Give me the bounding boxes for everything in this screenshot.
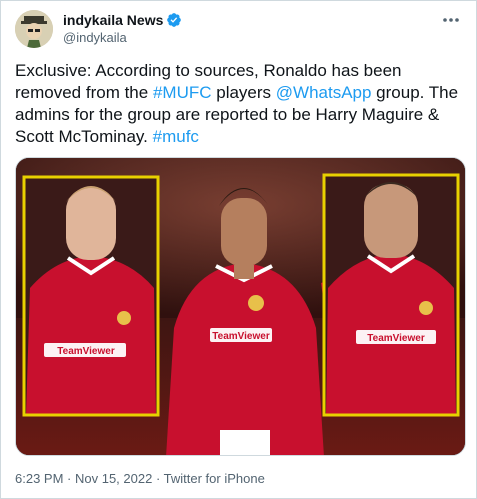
tweet-photo[interactable]: TeamViewer TeamViewer TeamViewer: [15, 157, 466, 456]
right-inset: TeamViewer: [322, 173, 460, 417]
more-horizontal-icon: [443, 18, 459, 22]
hashtag-link[interactable]: #mufc: [153, 127, 199, 146]
tweet-header: indykaila News @indykaila: [15, 9, 462, 51]
svg-text:TeamViewer: TeamViewer: [367, 333, 425, 344]
display-row: indykaila News: [63, 12, 182, 28]
verified-badge-icon: [167, 13, 182, 27]
tweet-card: indykaila News @indykaila Exclusive: Acc…: [0, 0, 477, 499]
left-inset: TeamViewer: [22, 175, 160, 417]
tweet-source[interactable]: Twitter for iPhone: [164, 471, 265, 486]
more-options-button[interactable]: [440, 11, 462, 29]
avatar[interactable]: [15, 10, 53, 48]
tweet-time[interactable]: 6:23 PM: [15, 471, 63, 486]
hashtag-link[interactable]: #MUFC: [153, 83, 212, 102]
tweet-metadata: 6:23 PM · Nov 15, 2022 · Twitter for iPh…: [15, 471, 265, 486]
tweet-date[interactable]: Nov 15, 2022: [75, 471, 152, 486]
mention-link[interactable]: @WhatsApp: [276, 83, 372, 102]
meta-separator: ·: [152, 471, 164, 486]
svg-text:TeamViewer: TeamViewer: [212, 331, 270, 342]
tweet-text: Exclusive: According to sources, Ronaldo…: [15, 60, 467, 148]
avatar-illustration: [15, 10, 53, 48]
display-name[interactable]: indykaila News: [63, 12, 163, 28]
meta-separator: ·: [63, 471, 75, 486]
photo-collage: TeamViewer TeamViewer TeamViewer: [16, 158, 465, 455]
author-block: indykaila News @indykaila: [63, 12, 182, 45]
author-handle[interactable]: @indykaila: [63, 30, 182, 45]
tweet-text-segment: players: [211, 83, 276, 102]
svg-text:TeamViewer: TeamViewer: [57, 346, 115, 357]
